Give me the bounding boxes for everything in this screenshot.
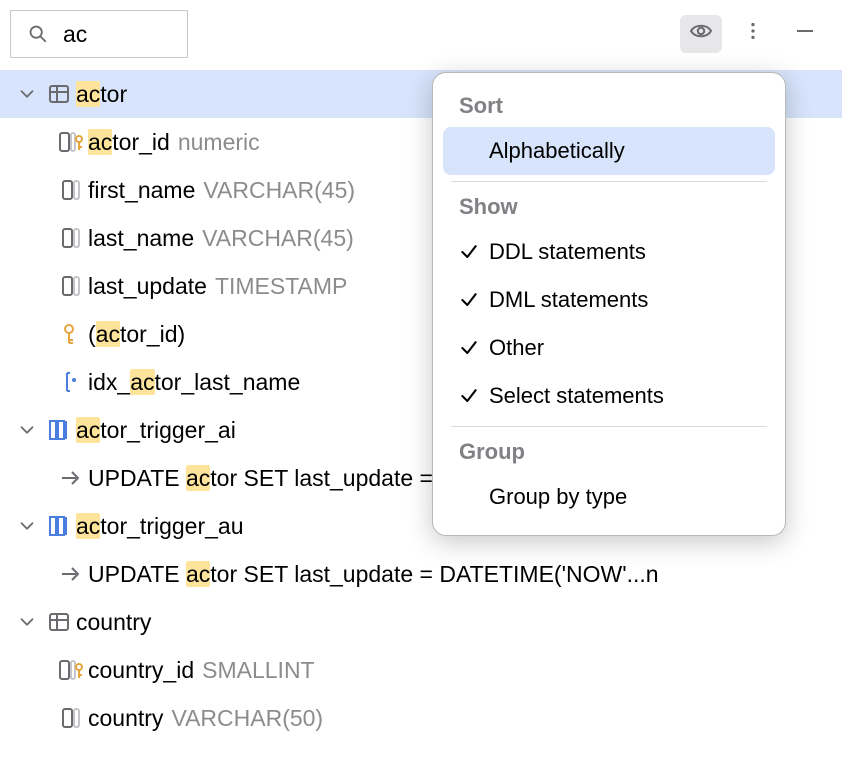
search-input[interactable] [63,21,177,48]
popup-item-label: Select statements [489,383,664,409]
arrow-right-icon [54,562,88,586]
check-icon [459,386,489,406]
search-box[interactable] [10,10,188,58]
popup-item-label: Other [489,335,544,361]
tree-item-label: (actor_id) [88,321,185,348]
check-icon [459,242,489,262]
eye-icon [688,20,714,48]
view-options-button[interactable] [680,15,722,53]
toolbar [0,0,842,66]
tree-item-label: country_id [88,657,194,684]
tree-item-label: actor_id [88,129,170,156]
type-hint: SMALLINT [202,657,314,684]
popup-item[interactable]: Alphabetically [443,127,775,175]
column-key-icon [54,658,88,682]
popup-divider [451,426,767,427]
tree-item-label: country [88,705,163,732]
type-hint: VARCHAR(50) [171,705,323,732]
popup-item-label: DML statements [489,287,648,313]
popup-section-title: Sort [443,87,775,127]
tree-row-country[interactable]: country [0,598,842,646]
popup-section-title: Group [443,433,775,473]
popup-divider [451,181,767,182]
column-icon [54,226,88,250]
popup-item[interactable]: Select statements [443,372,775,420]
table-icon [42,610,76,634]
arrow-right-icon [54,466,88,490]
type-hint: VARCHAR(45) [203,177,355,204]
toolbar-right [680,15,832,53]
chevron-down-icon[interactable] [12,612,42,632]
chevron-down-icon[interactable] [12,84,42,104]
column-icon [54,178,88,202]
more-button[interactable] [732,15,774,53]
search-icon [21,24,55,44]
tree-row-trig_au_body[interactable]: UPDATE actor SET last_update = DATETIME(… [0,550,842,598]
column-icon [54,706,88,730]
tree-item-label: idx_actor_last_name [88,369,300,396]
tree-item-label: actor [76,81,127,108]
chevron-down-icon[interactable] [12,516,42,536]
column-key-icon [54,130,88,154]
minimize-icon [793,19,817,49]
check-icon [459,338,489,358]
trigger-icon [42,418,76,442]
popup-item-label: Alphabetically [489,138,625,164]
tree-row-country_id[interactable]: country_id SMALLINT [0,646,842,694]
minimize-button[interactable] [784,15,826,53]
popup-item[interactable]: DML statements [443,276,775,324]
popup-section-title: Show [443,188,775,228]
index-icon [54,370,88,394]
view-options-popup: Sort Alphabetically Show DDL statements DML … [432,72,786,536]
tree-item-label: last_name [88,225,194,252]
trigger-icon [42,514,76,538]
chevron-down-icon[interactable] [12,420,42,440]
tree-item-label: country [76,609,151,636]
popup-item[interactable]: DDL statements [443,228,775,276]
popup-item-label: Group by type [489,484,627,510]
tree-item-label: actor_trigger_ai [76,417,236,444]
tree-item-label: last_update [88,273,207,300]
tree-item-label: first_name [88,177,195,204]
type-hint: TIMESTAMP [215,273,347,300]
popup-item-label: DDL statements [489,239,646,265]
check-icon [459,290,489,310]
table-icon [42,82,76,106]
tree-item-label: UPDATE actor SET last_update = DATETIME(… [88,561,659,588]
type-hint: numeric [178,129,260,156]
tree-row-country_col[interactable]: country VARCHAR(50) [0,694,842,742]
key-icon [54,322,88,346]
kebab-icon [742,19,764,49]
column-icon [54,274,88,298]
type-hint: VARCHAR(45) [202,225,354,252]
popup-item[interactable]: Other [443,324,775,372]
popup-item[interactable]: Group by type [443,473,775,521]
tree-item-label: actor_trigger_au [76,513,244,540]
